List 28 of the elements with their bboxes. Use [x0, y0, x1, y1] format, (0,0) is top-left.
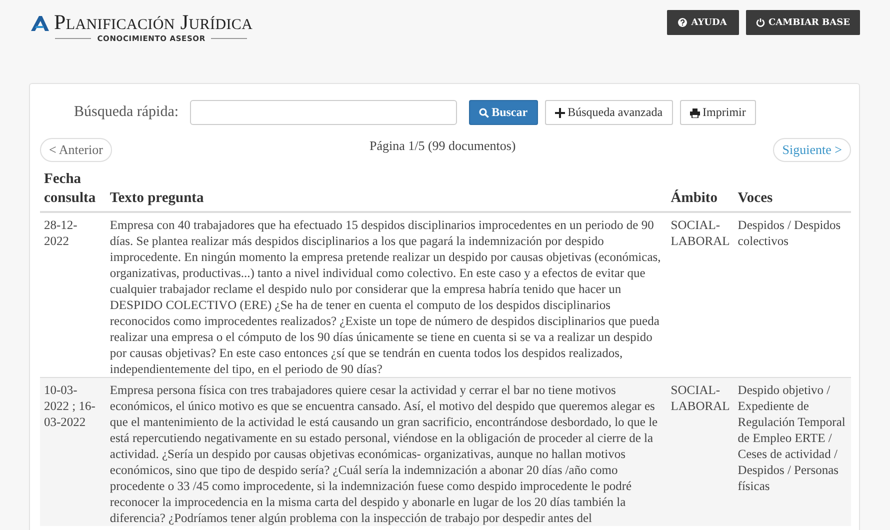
change-base-button[interactable]: CAMBIAR BASE [746, 10, 860, 35]
column-header: Texto pregunta [106, 170, 667, 212]
page-info: Página 1/5 (99 documentos) [369, 138, 516, 154]
date-cell: 28-12-2022 [40, 212, 106, 378]
search-icon [478, 108, 489, 118]
question-cell: Empresa con 40 trabajadores que ha efectuado 15 despidos disciplinarios improcedentes en un periodo de 90 días. Se plantea realizar más despidos disciplinarios a los que pagará la indemnización por despido improcedente. En ningún momento la empresa pretende realizar un despido por causas objetivas (económicas, organizativas, productivas...) tanto a nivel individual como colectivo. En este caso y a efectos de evitar que cualquier trabajador reclame el despido nulo por considerar que la empresa habría tenido que hacer un DESPIDO COLECTIVO (ERE) ¿Se ha de tener en cuenta el computo de los despidos disciplinarios reconocidos como improcedentes realizados? ¿Existe un tope de número de despidos disciplinarios que pueda realizar una empresa o el cómputo de los 90 días únicamente se tiene en cuenta si se va a realizar un despido por causas objetivas? En este caso entonces ¿sí que se tendrán en cuenta todos los despidos realizados, independientemente del tipo, en el periodo de 90 días? [106, 212, 667, 378]
help-icon [678, 18, 688, 27]
scope-cell: SOCIAL-LABORAL [666, 212, 734, 378]
previous-button[interactable]: < Anterior [40, 138, 112, 162]
tags-cell: Despido objetivo / Expediente de Regulación Temporal de Empleo ERTE / Ceses de actividad / Despidos / Personas físicas [734, 378, 851, 526]
tags-cell: Despidos / Despidos colectivos [734, 212, 851, 378]
search-button[interactable]: Buscar [468, 100, 538, 125]
print-button[interactable]: Imprimir [680, 100, 756, 125]
help-button[interactable]: AYUDA [666, 10, 739, 35]
search-label: Búsqueda rápida: [74, 104, 179, 121]
printer-icon [690, 108, 700, 118]
logo-icon [30, 14, 50, 30]
plus-icon [554, 108, 565, 118]
scope-cell: SOCIAL-LABORAL [666, 378, 734, 526]
logo-title: Planificación Jurídica [54, 10, 253, 35]
column-header: Fecha consulta [40, 170, 106, 212]
power-icon [756, 18, 765, 27]
column-header: Voces [734, 170, 851, 212]
date-cell: 10-03-2022 ; 16-03-2022 [40, 378, 106, 526]
search-field[interactable] [190, 100, 457, 125]
column-header: Ámbito [666, 170, 734, 212]
advanced-search-button[interactable]: Búsqueda avanzada [544, 100, 673, 125]
question-cell: Empresa persona física con tres trabajadores quiere cesar la actividad y cerrar el bar no tiene motivos económicos, el único motivo es que se encuentra cansado. Así, el motivo del despido que queremos alegar es que el mantenimiento de la actividad le está causando un gran sacrificio, encontrándose desbordado, lo que le está repercutiendo negativamente en su estado personal, viéndose en la obligación de proceder al cierre de la actividad. ¿Sería un despido por causas objetivas económicas- organizativas, aunque no hallan motivos económicos, sino que tipo de despido sería? ¿Cuál sería la indemnización a abonar 20 días /año como procedente o 33 /45 como improcedente, si la indemnización fuese como despido improcedente le podré reconocer la improcedencia en la misma carta del despido y abonarle en lugar de los 20 días también la diferencia? ¿Podríamos tener algún problema con la inspección de trabajo por despedir antes del [106, 378, 667, 526]
